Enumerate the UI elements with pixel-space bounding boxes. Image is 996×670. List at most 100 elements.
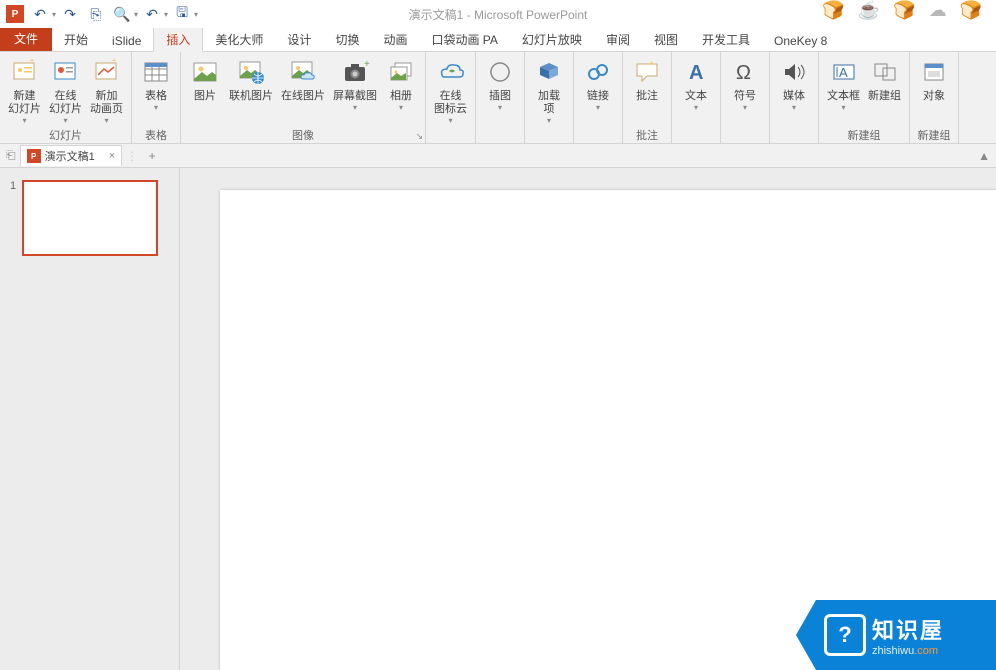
group-label (426, 127, 475, 143)
slide-thumbnail-pane[interactable]: 1 (0, 168, 180, 670)
ribbon-group: A 文本▾ (672, 52, 721, 143)
tab-file[interactable]: 文件 (0, 26, 52, 51)
online-picture-button[interactable]: 联机图片 (225, 54, 277, 127)
picture-button[interactable]: 图片 (185, 54, 225, 127)
tab-review[interactable]: 审阅 (594, 27, 642, 51)
link-button[interactable]: 链接▾ (578, 54, 618, 127)
slide-anim-icon (91, 56, 123, 88)
dropdown-icon[interactable]: ▾ (547, 116, 551, 125)
redo-icon[interactable]: ↷ (58, 2, 82, 26)
document-name: 演示文稿1 (45, 148, 95, 164)
ribbon-group: 表格▾表格 (132, 52, 181, 143)
dropdown-icon[interactable]: ▾ (52, 10, 56, 19)
button-label: 插图 (489, 90, 511, 103)
pin-icon[interactable]: ⎗ (6, 148, 16, 163)
new-anim-page-button[interactable]: 新加动画页▾ (86, 54, 127, 127)
tab-pocketanim[interactable]: 口袋动画 PA (419, 27, 509, 51)
slide-thumbnail[interactable]: 1 (10, 180, 169, 256)
watermark-badge: ? 知识屋 zhishiwu.com (816, 600, 996, 670)
slide-editor[interactable] (180, 168, 996, 670)
dropdown-icon[interactable]: ▾ (448, 116, 452, 125)
textbox-icon: A (828, 56, 860, 88)
button-label: 文本 (685, 90, 707, 103)
slide-preview[interactable] (22, 180, 158, 256)
dropdown-icon[interactable]: ▾ (22, 116, 26, 125)
ppt-file-icon: P (27, 149, 41, 163)
dropdown-icon[interactable]: ▾ (194, 10, 198, 19)
ribbon-group: 对象新建组 (910, 52, 959, 143)
illustration-button[interactable]: 插图▾ (480, 54, 520, 127)
button-label: 在线图片 (281, 90, 325, 103)
ribbon-group: 在线图标云▾ (426, 52, 476, 143)
dropdown-icon[interactable]: ▾ (792, 103, 796, 112)
button-label: 批注 (636, 90, 658, 103)
button-label: 新建幻灯片 (8, 90, 41, 116)
text-button[interactable]: A 文本▾ (676, 54, 716, 127)
tab-transition[interactable]: 切换 (323, 27, 371, 51)
workspace: 1 (0, 168, 996, 670)
symbol-button[interactable]: Ω符号▾ (725, 54, 765, 127)
comment-button[interactable]: 批注 (627, 54, 667, 127)
dropdown-icon[interactable]: ▾ (154, 103, 158, 112)
ribbon-group: Ω符号▾ (721, 52, 770, 143)
tab-design[interactable]: 设计 (275, 27, 323, 51)
addins-button[interactable]: 加载项▾ (529, 54, 569, 127)
tab-home[interactable]: 开始 (52, 27, 100, 51)
tab-insert[interactable]: 插入 (153, 26, 203, 52)
dropdown-icon[interactable]: ▾ (353, 103, 357, 112)
table-button[interactable]: 表格▾ (136, 54, 176, 127)
save-icon[interactable]: 🖫 (170, 2, 194, 26)
tab-developer[interactable]: 开发工具 (690, 27, 762, 51)
dropdown-icon[interactable]: ▾ (694, 103, 698, 112)
tab-onekey[interactable]: OneKey 8 (762, 30, 839, 51)
dropdown-icon[interactable]: ▾ (841, 103, 845, 112)
dropdown-icon[interactable]: ▾ (164, 10, 168, 19)
dropdown-icon[interactable]: ▾ (596, 103, 600, 112)
screenshot-button[interactable]: +屏幕截图▾ (329, 54, 381, 127)
online-slide-button[interactable]: 在线幻灯片▾ (45, 54, 86, 127)
tab-beautify[interactable]: 美化大师 (203, 27, 275, 51)
textA-icon: A (680, 56, 712, 88)
undo-icon[interactable]: ↶ (28, 2, 52, 26)
button-label: 对象 (923, 90, 945, 103)
new-document-button[interactable]: + (142, 149, 162, 163)
zoom-icon[interactable]: 🔍 (110, 2, 134, 26)
group-label (476, 127, 524, 143)
textbox-button[interactable]: A文本框▾ (823, 54, 864, 127)
tab-view[interactable]: 视图 (642, 27, 690, 51)
button-label: 联机图片 (229, 90, 273, 103)
new-slide-button[interactable]: 新建幻灯片▾ (4, 54, 45, 127)
dropdown-icon[interactable]: ▾ (399, 103, 403, 112)
button-label: 媒体 (783, 90, 805, 103)
button-label: 在线幻灯片 (49, 90, 82, 116)
circle-icon (484, 56, 516, 88)
dropdown-icon[interactable]: ▾ (743, 103, 747, 112)
group-label (574, 127, 622, 143)
newgroup1-button[interactable]: 新建组 (864, 54, 905, 127)
object-button[interactable]: 对象 (914, 54, 954, 127)
close-icon[interactable]: × (109, 150, 115, 162)
dropdown-icon[interactable]: ▾ (104, 116, 108, 125)
window-icon[interactable]: ⎘ (84, 2, 108, 26)
document-tab[interactable]: P 演示文稿1 × (20, 145, 123, 166)
media-button[interactable]: 媒体▾ (774, 54, 814, 127)
web-picture-button[interactable]: 在线图片 (277, 54, 329, 127)
slide-canvas[interactable] (220, 190, 996, 670)
online-iconcloud-button[interactable]: 在线图标云▾ (430, 54, 471, 127)
ribbon-group: 加载项▾ (525, 52, 574, 143)
tab-islide[interactable]: iSlide (100, 30, 153, 51)
dropdown-icon[interactable]: ▾ (134, 10, 138, 19)
button-label: 新建组 (868, 90, 901, 103)
tab-animation[interactable]: 动画 (371, 27, 419, 51)
album-button[interactable]: 相册▾ (381, 54, 421, 127)
dialog-launcher-icon[interactable]: ↘ (415, 131, 423, 142)
ribbon-group: 媒体▾ (770, 52, 819, 143)
ribbon-tabs: 文件 开始 iSlide 插入 美化大师 设计 切换 动画 口袋动画 PA 幻灯… (0, 28, 996, 52)
watermark-name: 知识屋 (872, 613, 944, 645)
tab-slideshow[interactable]: 幻灯片放映 (510, 27, 594, 51)
button-label: 链接 (587, 90, 609, 103)
dropdown-icon[interactable]: ▾ (498, 103, 502, 112)
touch-icon[interactable]: ↶ (140, 2, 164, 26)
collapse-ribbon-icon[interactable]: ▲ (978, 149, 990, 163)
dropdown-icon[interactable]: ▾ (63, 116, 67, 125)
